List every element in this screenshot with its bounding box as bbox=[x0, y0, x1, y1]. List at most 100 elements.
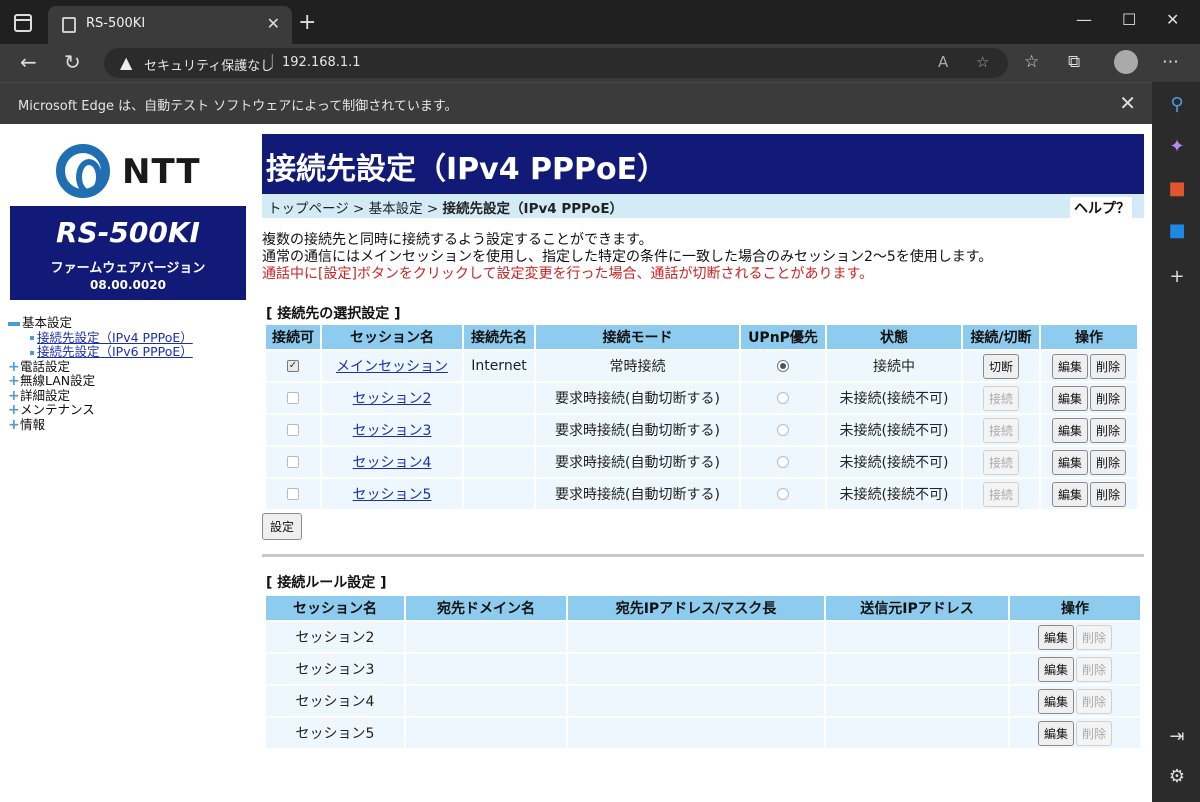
collections-icon[interactable]: ⧉ bbox=[1068, 52, 1080, 72]
back-icon[interactable]: ← bbox=[20, 50, 37, 74]
delete-button[interactable]: 削除 bbox=[1090, 481, 1127, 507]
edit-button[interactable]: 編集 bbox=[1051, 385, 1088, 411]
settings-gear-icon[interactable]: ⚙ bbox=[1166, 766, 1188, 787]
operations-cell: 編集 削除 bbox=[1041, 447, 1137, 477]
model-name: RS-500KI bbox=[56, 216, 200, 249]
enable-checkbox[interactable] bbox=[287, 456, 299, 468]
connect-button[interactable]: 接続 bbox=[982, 481, 1019, 507]
edit-button[interactable]: 編集 bbox=[1051, 417, 1088, 443]
firmware-version: 08.00.0020 bbox=[90, 278, 166, 292]
new-tab-icon[interactable]: + bbox=[298, 10, 316, 35]
hide-sidebar-icon[interactable]: ⇥ bbox=[1166, 726, 1188, 747]
upnp-radio[interactable] bbox=[777, 392, 789, 404]
more-menu-icon[interactable]: ⋯ bbox=[1162, 52, 1179, 72]
upnp-radio[interactable] bbox=[777, 488, 789, 500]
edit-button[interactable]: 編集 bbox=[1051, 449, 1088, 475]
profile-avatar[interactable] bbox=[1114, 50, 1138, 74]
session-name-cell: セッション3 bbox=[322, 415, 462, 445]
bullet-icon bbox=[30, 336, 34, 340]
close-tab-icon[interactable]: ✕ bbox=[267, 14, 280, 33]
menu-ipv6-link[interactable]: 接続先設定（IPv6 PPPoE） bbox=[37, 344, 193, 359]
help-link[interactable]: ヘルプ？ bbox=[1070, 197, 1132, 218]
delete-button[interactable]: 削除 bbox=[1076, 688, 1113, 714]
outlook-icon[interactable]: ■ bbox=[1166, 220, 1188, 241]
connect-button[interactable]: 接続 bbox=[982, 449, 1019, 475]
expand-icon: + bbox=[8, 358, 20, 375]
enable-cell bbox=[266, 383, 320, 413]
dest-cell bbox=[464, 447, 534, 477]
delete-button[interactable]: 削除 bbox=[1076, 720, 1113, 746]
tab-strip: RS-500KI ✕ + — ☐ ✕ bbox=[0, 0, 1200, 44]
edit-button[interactable]: 編集 bbox=[1037, 656, 1074, 682]
session-link[interactable]: セッション4 bbox=[353, 455, 432, 471]
set-button[interactable]: 設定 bbox=[262, 513, 303, 540]
breadcrumb-basic[interactable]: 基本設定 bbox=[369, 201, 423, 217]
session-name-cell: セッション5 bbox=[322, 479, 462, 509]
breadcrumb-current: 接続先設定（IPv4 PPPoE） bbox=[442, 201, 624, 217]
infobar-message: Microsoft Edge は、自動テスト ソフトウェアによって制御されていま… bbox=[18, 99, 458, 114]
maximize-icon[interactable]: ☐ bbox=[1122, 10, 1136, 29]
sidebar-toggle-icon[interactable] bbox=[14, 14, 32, 32]
breadcrumb-top[interactable]: トップページ bbox=[268, 201, 349, 217]
rules-table: セッション名 宛先ドメイン名 宛先IPアドレス/マスク長 送信元IPアドレス 操… bbox=[264, 594, 1142, 750]
favorites-icon[interactable]: ☆ bbox=[1024, 52, 1039, 72]
edit-button[interactable]: 編集 bbox=[1051, 353, 1088, 379]
dest-cell: Internet bbox=[464, 351, 534, 381]
url-field[interactable]: ▲ セキュリティ保護なし | 192.168.1.1 A ☆ bbox=[104, 48, 1008, 78]
upnp-radio[interactable] bbox=[777, 360, 789, 372]
session-link[interactable]: メインセッション bbox=[336, 359, 448, 375]
add-favorite-icon[interactable]: ☆ bbox=[976, 53, 989, 71]
delete-button[interactable]: 削除 bbox=[1090, 449, 1127, 475]
status-cell: 未接続(接続不可) bbox=[827, 415, 961, 445]
column-header: 接続可 bbox=[266, 325, 320, 349]
add-sidebar-app-icon[interactable]: + bbox=[1166, 266, 1188, 287]
menu-wlan[interactable]: +無線LAN設定 bbox=[8, 373, 193, 389]
menu-phone[interactable]: +電話設定 bbox=[8, 358, 193, 375]
edit-button[interactable]: 編集 bbox=[1037, 624, 1074, 650]
table-row: セッション4 要求時接続(自動切断する) 未接続(接続不可) 接続 編集 削除 bbox=[266, 447, 1137, 477]
edit-button[interactable]: 編集 bbox=[1037, 720, 1074, 746]
disconnect-button[interactable]: 切断 bbox=[982, 353, 1019, 379]
delete-button[interactable]: 削除 bbox=[1076, 656, 1113, 682]
bullet-icon bbox=[30, 350, 34, 355]
menu-basic[interactable]: 基本設定 bbox=[8, 315, 193, 331]
model-box: RS-500KI ファームウェアバージョン 08.00.0020 bbox=[10, 206, 246, 300]
upnp-radio[interactable] bbox=[777, 456, 789, 468]
enable-checkbox[interactable] bbox=[287, 488, 299, 500]
enable-checkbox[interactable] bbox=[287, 392, 299, 404]
copilot-icon[interactable]: ✦ bbox=[1166, 136, 1188, 157]
minimize-icon[interactable]: — bbox=[1076, 10, 1092, 29]
connect-button[interactable]: 接続 bbox=[982, 417, 1019, 443]
session-link[interactable]: セッション5 bbox=[353, 487, 432, 503]
edit-button[interactable]: 編集 bbox=[1037, 688, 1074, 714]
connect-button[interactable]: 接続 bbox=[982, 385, 1019, 411]
browser-tab[interactable]: RS-500KI ✕ bbox=[48, 6, 292, 44]
edit-button[interactable]: 編集 bbox=[1051, 481, 1088, 507]
enable-checkbox[interactable]: ✓ bbox=[287, 360, 299, 372]
refresh-icon[interactable]: ↻ bbox=[64, 50, 81, 74]
session-link[interactable]: セッション2 bbox=[353, 391, 432, 407]
connect-cell: 接続 bbox=[963, 479, 1039, 509]
menu-info[interactable]: +情報 bbox=[8, 417, 193, 433]
security-label[interactable]: セキュリティ保護なし bbox=[144, 55, 273, 74]
delete-button[interactable]: 削除 bbox=[1076, 624, 1113, 650]
office-icon[interactable]: ■ bbox=[1166, 178, 1188, 199]
read-aloud-icon[interactable]: A bbox=[938, 53, 948, 71]
close-infobar-icon[interactable]: ✕ bbox=[1119, 91, 1136, 115]
dest-ip-cell bbox=[568, 654, 824, 684]
menu-maintenance[interactable]: +メンテナンス bbox=[8, 402, 193, 418]
menu-detail[interactable]: +詳細設定 bbox=[8, 388, 193, 404]
upnp-radio[interactable] bbox=[777, 424, 789, 436]
delete-button[interactable]: 削除 bbox=[1090, 385, 1127, 411]
close-window-icon[interactable]: ✕ bbox=[1166, 10, 1179, 29]
delete-button[interactable]: 削除 bbox=[1090, 417, 1127, 443]
enable-checkbox[interactable] bbox=[287, 424, 299, 436]
automation-infobar: Microsoft Edge は、自動テスト ソフトウェアによって制御されていま… bbox=[0, 82, 1152, 124]
url-text[interactable]: 192.168.1.1 bbox=[282, 55, 361, 70]
connect-cell: 切断 bbox=[963, 351, 1039, 381]
session-link[interactable]: セッション3 bbox=[353, 423, 432, 439]
menu-ipv4-link[interactable]: 接続先設定（IPv4 PPPoE） bbox=[37, 330, 193, 345]
delete-button[interactable]: 削除 bbox=[1090, 353, 1127, 379]
search-icon[interactable]: ⚲ bbox=[1166, 94, 1188, 115]
status-cell: 未接続(接続不可) bbox=[827, 479, 961, 509]
